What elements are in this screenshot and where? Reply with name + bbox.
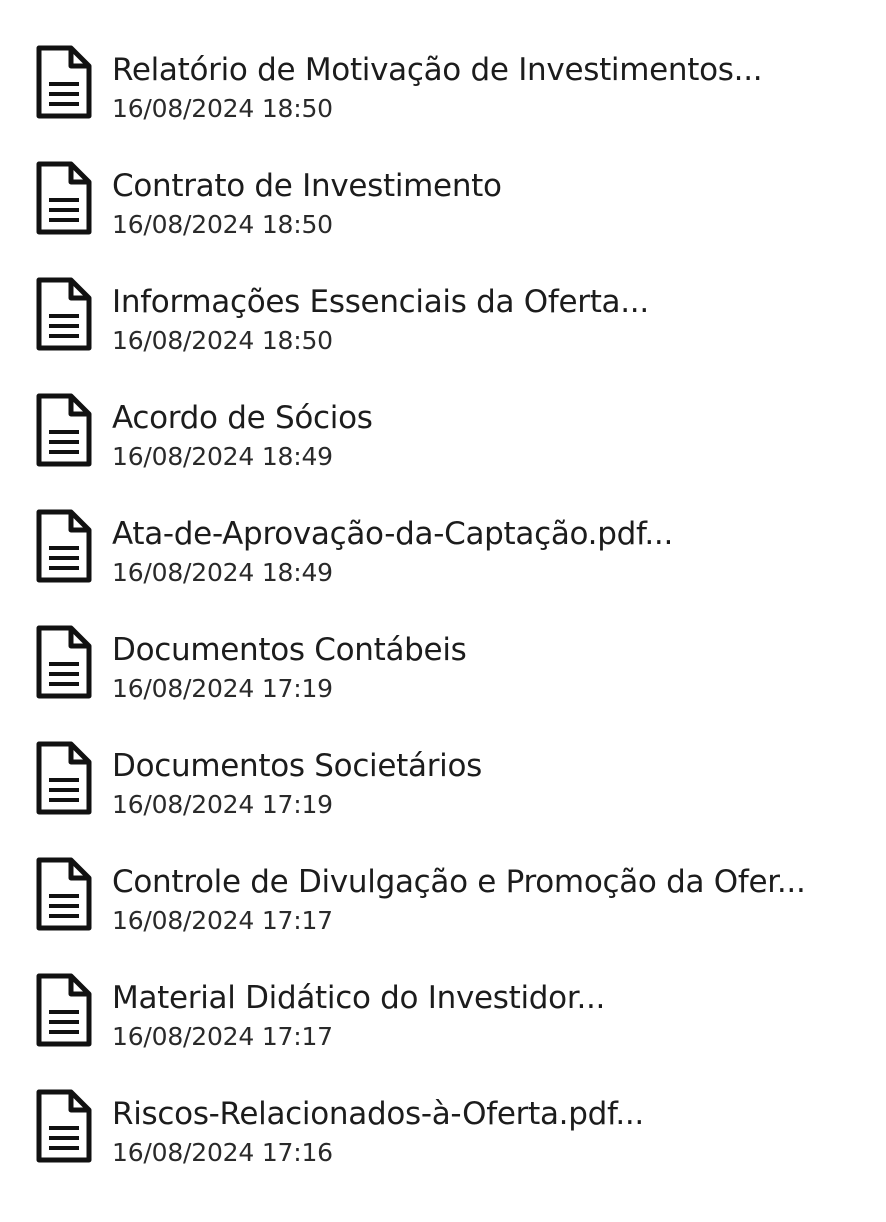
document-item[interactable]: Relatório de Motivação de Investimentos.… — [0, 39, 886, 155]
document-item[interactable]: Riscos-Relacionados-à-Oferta.pdf... 16/0… — [0, 1083, 886, 1199]
document-icon — [33, 740, 95, 818]
document-item[interactable]: Acordo de Sócios 16/08/2024 18:49 — [0, 387, 886, 503]
document-date: 16/08/2024 18:49 — [112, 558, 333, 587]
document-item[interactable]: Documentos Societários 16/08/2024 17:19 — [0, 735, 886, 851]
document-list: Relatório de Motivação de Investimentos.… — [0, 39, 886, 1199]
document-icon — [33, 1088, 95, 1166]
document-title[interactable]: Documentos Societários — [112, 746, 482, 786]
document-date: 16/08/2024 17:16 — [112, 1138, 333, 1167]
document-title[interactable]: Documentos Contábeis — [112, 630, 467, 670]
document-date: 16/08/2024 18:49 — [112, 442, 333, 471]
document-date: 16/08/2024 18:50 — [112, 326, 333, 355]
document-title[interactable]: Acordo de Sócios — [112, 398, 373, 438]
document-date: 16/08/2024 17:17 — [112, 906, 333, 935]
document-date: 16/08/2024 17:19 — [112, 674, 333, 703]
document-icon — [33, 160, 95, 238]
document-title[interactable]: Controle de Divulgação e Promoção da Ofe… — [112, 862, 806, 902]
document-title[interactable]: Riscos-Relacionados-à-Oferta.pdf... — [112, 1094, 644, 1134]
document-date: 16/08/2024 17:17 — [112, 1022, 333, 1051]
document-icon — [33, 508, 95, 586]
document-title[interactable]: Ata-de-Aprovação-da-Captação.pdf... — [112, 514, 673, 554]
document-item[interactable]: Contrato de Investimento 16/08/2024 18:5… — [0, 155, 886, 271]
document-date: 16/08/2024 18:50 — [112, 94, 333, 123]
document-title[interactable]: Informações Essenciais da Oferta... — [112, 282, 649, 322]
document-item[interactable]: Material Didático do Investidor... 16/08… — [0, 967, 886, 1083]
document-icon — [33, 624, 95, 702]
document-item[interactable]: Informações Essenciais da Oferta... 16/0… — [0, 271, 886, 387]
document-item[interactable]: Ata-de-Aprovação-da-Captação.pdf... 16/0… — [0, 503, 886, 619]
document-item[interactable]: Controle de Divulgação e Promoção da Ofe… — [0, 851, 886, 967]
document-icon — [33, 856, 95, 934]
document-icon — [33, 392, 95, 470]
document-item[interactable]: Documentos Contábeis 16/08/2024 17:19 — [0, 619, 886, 735]
document-icon — [33, 276, 95, 354]
document-date: 16/08/2024 18:50 — [112, 210, 333, 239]
document-title[interactable]: Relatório de Motivação de Investimentos.… — [112, 50, 763, 90]
document-icon — [33, 972, 95, 1050]
document-title[interactable]: Material Didático do Investidor... — [112, 978, 605, 1018]
document-title[interactable]: Contrato de Investimento — [112, 166, 502, 206]
document-icon — [33, 44, 95, 122]
document-date: 16/08/2024 17:19 — [112, 790, 333, 819]
